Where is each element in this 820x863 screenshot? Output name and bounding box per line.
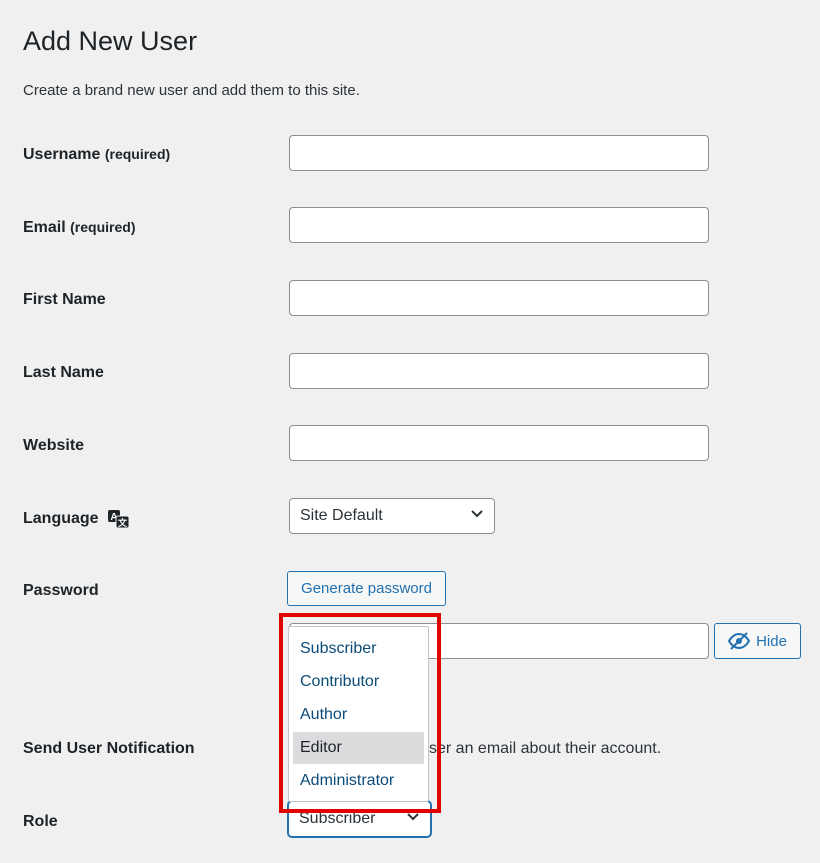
chevron-down-icon bbox=[471, 510, 483, 518]
svg-text:文: 文 bbox=[117, 517, 128, 529]
hide-label: Hide bbox=[756, 632, 787, 650]
notification-label: Send User Notification bbox=[23, 740, 195, 757]
required-note: (required) bbox=[70, 219, 136, 235]
username-label-text: Username bbox=[23, 146, 101, 163]
eye-slash-icon bbox=[728, 632, 751, 650]
notification-text: ser an email about their account. bbox=[429, 740, 662, 757]
email-input[interactable] bbox=[289, 207, 709, 243]
highlight-box bbox=[279, 613, 441, 813]
website-input[interactable] bbox=[289, 425, 709, 461]
translation-icon: A 文 bbox=[108, 510, 130, 529]
last-name-input[interactable] bbox=[289, 353, 709, 389]
username-label: Username (required) bbox=[23, 146, 170, 164]
language-selected-value: Site Default bbox=[300, 507, 383, 524]
page-description: Create a brand new user and add them to … bbox=[23, 82, 360, 99]
language-select[interactable]: Site Default bbox=[289, 498, 495, 534]
hide-password-button[interactable]: Hide bbox=[714, 623, 801, 659]
password-label: Password bbox=[23, 582, 99, 599]
role-label: Role bbox=[23, 813, 58, 830]
language-label-text: Language bbox=[23, 510, 99, 528]
email-label: Email (required) bbox=[23, 219, 135, 237]
username-input[interactable] bbox=[289, 135, 709, 171]
required-note: (required) bbox=[104, 146, 171, 162]
generate-password-button[interactable]: Generate password bbox=[287, 571, 446, 606]
first-name-input[interactable] bbox=[289, 280, 709, 316]
language-label: Language A 文 bbox=[23, 509, 131, 529]
email-label-text: Email bbox=[23, 219, 66, 236]
page-title: Add New User bbox=[23, 26, 198, 56]
last-name-label: Last Name bbox=[23, 364, 104, 381]
first-name-label: First Name bbox=[23, 291, 106, 308]
website-label: Website bbox=[23, 437, 85, 454]
